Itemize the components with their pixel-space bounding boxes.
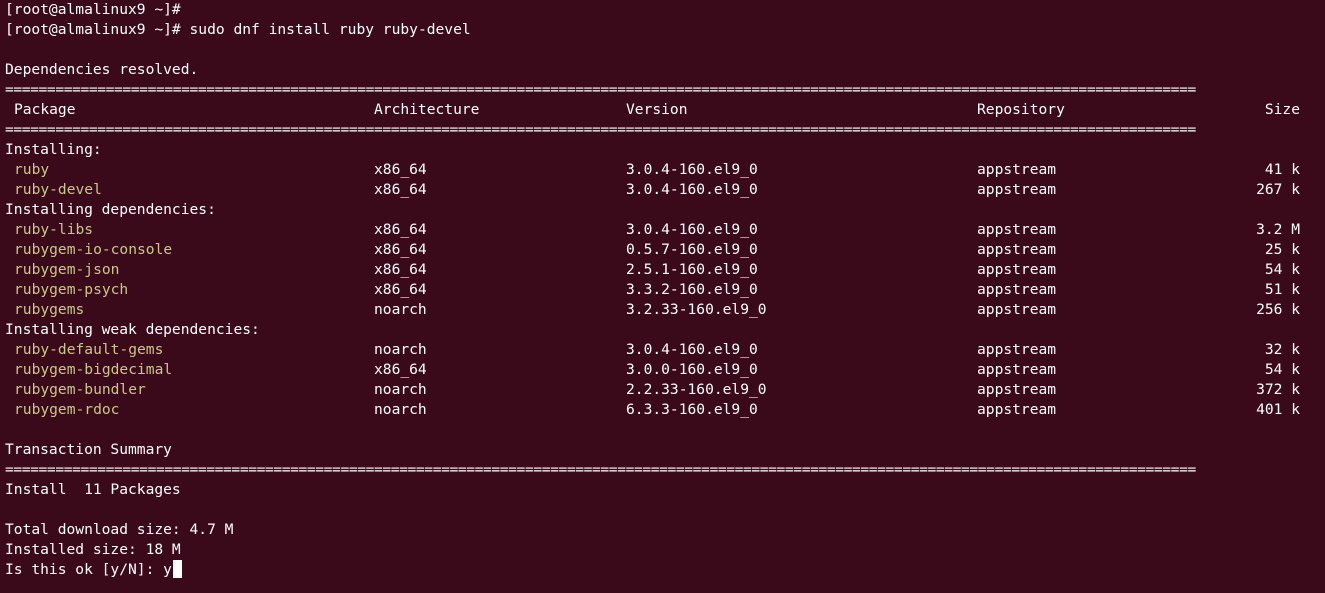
prompt-line: [root@almalinux9 ~]# [5,1,181,18]
group-title: Installing: [5,141,102,158]
package-arch: x86_64 [374,161,427,178]
separator-line: ========================================… [5,121,1196,138]
package-version: 6.3.3-160.el9_0 [626,401,758,418]
package-repo: appstream [977,301,1057,318]
table-row: rubygems noarch 3.2.33-160.el9_0 appstre… [5,300,1325,320]
package-arch: x86_64 [374,281,427,298]
separator-line: ========================================… [5,81,1196,98]
package-name: rubygem-json [14,261,120,278]
table-header-row: Package Architecture Version Repository … [5,100,1325,120]
installed-size: Installed size: 18 M [5,541,181,558]
package-version: 3.3.2-160.el9_0 [626,281,758,298]
package-version: 3.2.33-160.el9_0 [626,301,767,318]
header-version: Version [626,101,688,118]
table-row: ruby-default-gems noarch 3.0.4-160.el9_0… [5,340,1325,360]
header-repository: Repository [977,101,1065,118]
package-size: 401 k [1256,401,1300,418]
package-table: Installing: ruby x86_64 3.0.4-160.el9_0 … [5,140,1325,420]
package-size: 54 k [1264,261,1300,278]
confirm-prompt: Is this ok [y/N]: [5,561,164,578]
package-version: 3.0.4-160.el9_0 [626,181,758,198]
package-repo: appstream [977,241,1057,258]
package-size: 256 k [1256,301,1300,318]
package-version: 2.5.1-160.el9_0 [626,261,758,278]
package-name: ruby [14,161,50,178]
package-size: 267 k [1256,181,1300,198]
table-row: ruby-libs x86_64 3.0.4-160.el9_0 appstre… [5,220,1325,240]
package-repo: appstream [977,361,1057,378]
package-arch: noarch [374,341,427,358]
package-arch: x86_64 [374,241,427,258]
package-name: ruby-devel [14,181,102,198]
confirm-line[interactable]: Is this ok [y/N]: y [5,560,1325,580]
package-name: rubygem-bundler [14,381,146,398]
table-row: rubygem-rdoc noarch 6.3.3-160.el9_0 apps… [5,400,1325,420]
package-size: 3.2 M [1256,221,1300,238]
install-summary: Install 11 Packages [5,481,181,498]
package-name: rubygem-io-console [14,241,173,258]
table-row: rubygem-bundler noarch 2.2.33-160.el9_0 … [5,380,1325,400]
package-name: rubygem-bigdecimal [14,361,173,378]
group-title: Installing dependencies: [5,201,216,218]
package-repo: appstream [977,261,1057,278]
package-repo: appstream [977,221,1057,238]
separator-line: ========================================… [5,461,1196,478]
total-download-size: Total download size: 4.7 M [5,521,234,538]
package-version: 3.0.4-160.el9_0 [626,341,758,358]
table-row: ruby-devel x86_64 3.0.4-160.el9_0 appstr… [5,180,1325,200]
package-size: 25 k [1264,241,1300,258]
package-arch: noarch [374,401,427,418]
package-repo: appstream [977,161,1057,178]
deps-resolved-text: Dependencies resolved. [5,61,199,78]
header-architecture: Architecture [374,101,480,118]
group-title: Installing weak dependencies: [5,321,260,338]
package-name: rubygem-psych [14,281,129,298]
command-line: [root@almalinux9 ~]# sudo dnf install ru… [5,21,471,38]
package-size: 372 k [1256,381,1300,398]
header-package: Package [14,101,76,118]
package-size: 51 k [1264,281,1300,298]
table-row: ruby x86_64 3.0.4-160.el9_0 appstream 41… [5,160,1325,180]
package-name: rubygems [14,301,85,318]
package-name: rubygem-rdoc [14,401,120,418]
package-arch: x86_64 [374,221,427,238]
package-name: ruby-default-gems [14,341,164,358]
package-name: ruby-libs [14,221,94,238]
terminal-window[interactable]: [root@almalinux9 ~]# [root@almalinux9 ~]… [0,0,1325,593]
package-arch: noarch [374,381,427,398]
table-row: rubygem-bigdecimal x86_64 3.0.0-160.el9_… [5,360,1325,380]
package-arch: x86_64 [374,181,427,198]
package-repo: appstream [977,181,1057,198]
package-size: 32 k [1264,341,1300,358]
package-repo: appstream [977,341,1057,358]
package-arch: noarch [374,301,427,318]
package-repo: appstream [977,381,1057,398]
header-size: Size [1264,101,1300,118]
package-version: 3.0.0-160.el9_0 [626,361,758,378]
package-arch: x86_64 [374,361,427,378]
package-repo: appstream [977,401,1057,418]
package-repo: appstream [977,281,1057,298]
table-row: rubygem-psych x86_64 3.3.2-160.el9_0 app… [5,280,1325,300]
terminal-cursor [172,560,182,578]
package-version: 0.5.7-160.el9_0 [626,241,758,258]
table-row: rubygem-io-console x86_64 0.5.7-160.el9_… [5,240,1325,260]
package-version: 3.0.4-160.el9_0 [626,221,758,238]
table-row: rubygem-json x86_64 2.5.1-160.el9_0 apps… [5,260,1325,280]
package-version: 3.0.4-160.el9_0 [626,161,758,178]
confirm-input[interactable]: y [163,561,172,578]
package-version: 2.2.33-160.el9_0 [626,381,767,398]
package-size: 41 k [1264,161,1300,178]
package-size: 54 k [1264,361,1300,378]
transaction-summary-title: Transaction Summary [5,441,172,458]
package-arch: x86_64 [374,261,427,278]
